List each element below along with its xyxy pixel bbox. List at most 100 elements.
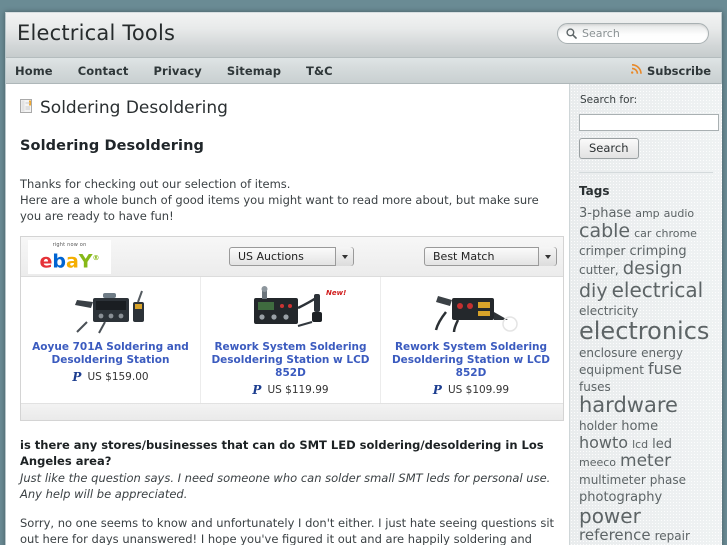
- intro-paragraph: Thanks for checking out our selection of…: [20, 176, 555, 224]
- ebay-toolbar: right now on ebaY® US Auctions Best Matc…: [21, 237, 563, 277]
- page-body: Soldering Desoldering Soldering Desolder…: [6, 84, 721, 545]
- question-body: Just like the question says. I need some…: [20, 471, 551, 501]
- intro-line-1: Thanks for checking out our selection of…: [20, 177, 291, 191]
- nav-item-tc[interactable]: T&C: [306, 64, 333, 78]
- sidebar-divider: [579, 171, 713, 173]
- product-title-link[interactable]: Rework System Soldering Desoldering Stat…: [387, 341, 555, 380]
- ebay-logo-tagline: right now on: [52, 241, 87, 248]
- nav-item-sitemap[interactable]: Sitemap: [227, 64, 281, 78]
- page-document-icon: [20, 98, 33, 118]
- tag-link[interactable]: lcd: [632, 438, 648, 451]
- marketplace-select[interactable]: US Auctions: [229, 247, 354, 266]
- tag-link[interactable]: chrome: [655, 227, 697, 240]
- intro-line-2: Here are a whole bunch of good items you…: [20, 193, 539, 223]
- tag-link[interactable]: fuse: [648, 360, 682, 378]
- site-wrapper: Electrical Tools Home Contact Privacy Si…: [5, 12, 722, 545]
- ebay-item[interactable]: New! Rework System Soldering Desoldering…: [201, 277, 381, 403]
- product-thumbnail[interactable]: New!: [207, 285, 374, 337]
- page-root: Electrical Tools Home Contact Privacy Si…: [0, 0, 727, 545]
- tag-link[interactable]: energy: [641, 346, 683, 360]
- tag-link[interactable]: cutter,: [579, 263, 619, 277]
- tag-link[interactable]: phase: [650, 473, 686, 487]
- product-price: US $109.99: [447, 384, 510, 396]
- tag-link[interactable]: holder: [579, 419, 617, 433]
- tag-link[interactable]: amp: [635, 207, 659, 220]
- ebay-widget: right now on ebaY® US Auctions Best Matc…: [20, 236, 564, 421]
- tag-link[interactable]: crimping: [630, 244, 687, 259]
- tag-link[interactable]: car: [634, 227, 651, 240]
- paypal-icon: P: [72, 370, 82, 384]
- answer-body: Sorry, no one seems to know and unfortun…: [20, 516, 555, 545]
- sidebar: Search for: Search Tags 3-phase amp audioc…: [569, 84, 722, 545]
- sidebar-search-label: Search for:: [580, 94, 638, 106]
- header-search-box[interactable]: [557, 23, 709, 44]
- page-title: Soldering Desoldering: [20, 98, 555, 118]
- subscribe-link[interactable]: Subscribe: [630, 58, 711, 83]
- rss-icon: [630, 63, 642, 78]
- product-title-link[interactable]: Aoyue 701A Soldering and Desoldering Sta…: [27, 341, 194, 367]
- ebay-item[interactable]: Rework System Soldering Desoldering Stat…: [381, 277, 561, 403]
- paypal-icon: P: [432, 383, 442, 397]
- tag-link[interactable]: crimper: [579, 244, 626, 258]
- product-title-link[interactable]: Rework System Soldering Desoldering Stat…: [207, 341, 374, 380]
- product-thumbnail[interactable]: [387, 285, 555, 337]
- ebay-logo-wordmark: ebaY®: [39, 250, 100, 273]
- sort-select-value: Best Match: [433, 250, 495, 263]
- tag-link[interactable]: electrical: [612, 279, 704, 301]
- product-price-row: P US $159.00: [27, 370, 194, 384]
- product-price-row: P US $109.99: [387, 383, 555, 397]
- tag-link[interactable]: howto: [579, 434, 628, 452]
- ebay-logo: right now on ebaY®: [28, 239, 111, 274]
- tag-link[interactable]: meeco: [579, 456, 616, 469]
- tag-link[interactable]: power: [579, 505, 641, 527]
- qa-block: is there any stores/businesses that can …: [20, 437, 560, 545]
- tag-link[interactable]: electronics: [579, 318, 709, 344]
- content-subheading: Soldering Desoldering: [20, 138, 205, 154]
- tag-link[interactable]: meter: [620, 452, 671, 471]
- chevron-down-icon[interactable]: [335, 247, 353, 266]
- tag-link[interactable]: multimeter: [579, 473, 646, 487]
- tag-link[interactable]: audio: [664, 207, 694, 220]
- nav-item-home[interactable]: Home: [15, 64, 53, 78]
- tag-link[interactable]: enclosure: [579, 346, 637, 360]
- tag-link[interactable]: hardware: [579, 394, 678, 417]
- tags-heading: Tags: [579, 183, 610, 198]
- paypal-icon: P: [252, 383, 262, 397]
- tag-link[interactable]: led: [652, 437, 672, 452]
- tag-link[interactable]: design: [623, 258, 683, 279]
- site-header: Electrical Tools: [6, 13, 721, 58]
- tag-link[interactable]: home: [621, 419, 658, 434]
- tag-link[interactable]: photography: [579, 490, 662, 505]
- tag-link[interactable]: diy: [579, 280, 608, 302]
- product-price: US $119.99: [267, 384, 329, 396]
- product-thumbnail[interactable]: [27, 285, 194, 337]
- tag-link[interactable]: reference: [579, 526, 651, 544]
- main-navigation: Home Contact Privacy Sitemap T&C Subscri…: [6, 58, 721, 84]
- svg-text:New!: New!: [326, 289, 346, 297]
- chevron-down-icon[interactable]: [538, 247, 556, 266]
- product-price-row: P US $119.99: [207, 383, 374, 397]
- tag-link[interactable]: electricity: [579, 304, 638, 318]
- tag-link[interactable]: repair: [655, 529, 690, 543]
- main-content: Soldering Desoldering Soldering Desolder…: [6, 84, 569, 545]
- nav-item-contact[interactable]: Contact: [78, 64, 129, 78]
- site-title: Electrical Tools: [17, 21, 176, 45]
- subscribe-label: Subscribe: [646, 63, 711, 78]
- sidebar-search-button[interactable]: Search: [579, 137, 639, 159]
- marketplace-select-value: US Auctions: [238, 250, 304, 263]
- magnifier-icon: [566, 28, 582, 39]
- tag-link[interactable]: cable: [579, 220, 630, 242]
- nav-item-privacy[interactable]: Privacy: [154, 64, 202, 78]
- ebay-item-list: Aoyue 701A Soldering and Desoldering Sta…: [21, 277, 563, 403]
- product-price: US $159.00: [87, 371, 149, 383]
- ebay-footer-bar: [21, 403, 563, 420]
- tag-link[interactable]: 3-phase: [579, 206, 631, 221]
- tag-cloud: 3-phase amp audio cable car chrome crimper crim…: [579, 204, 713, 545]
- ebay-item[interactable]: Aoyue 701A Soldering and Desoldering Sta…: [21, 277, 201, 403]
- header-search-input[interactable]: [582, 27, 700, 40]
- sidebar-search-input[interactable]: [579, 114, 719, 131]
- tag-link[interactable]: equipment: [579, 363, 644, 377]
- sort-select[interactable]: Best Match: [424, 247, 557, 266]
- tag-link[interactable]: fuses: [579, 380, 611, 394]
- page-title-text: Soldering Desoldering: [40, 98, 228, 118]
